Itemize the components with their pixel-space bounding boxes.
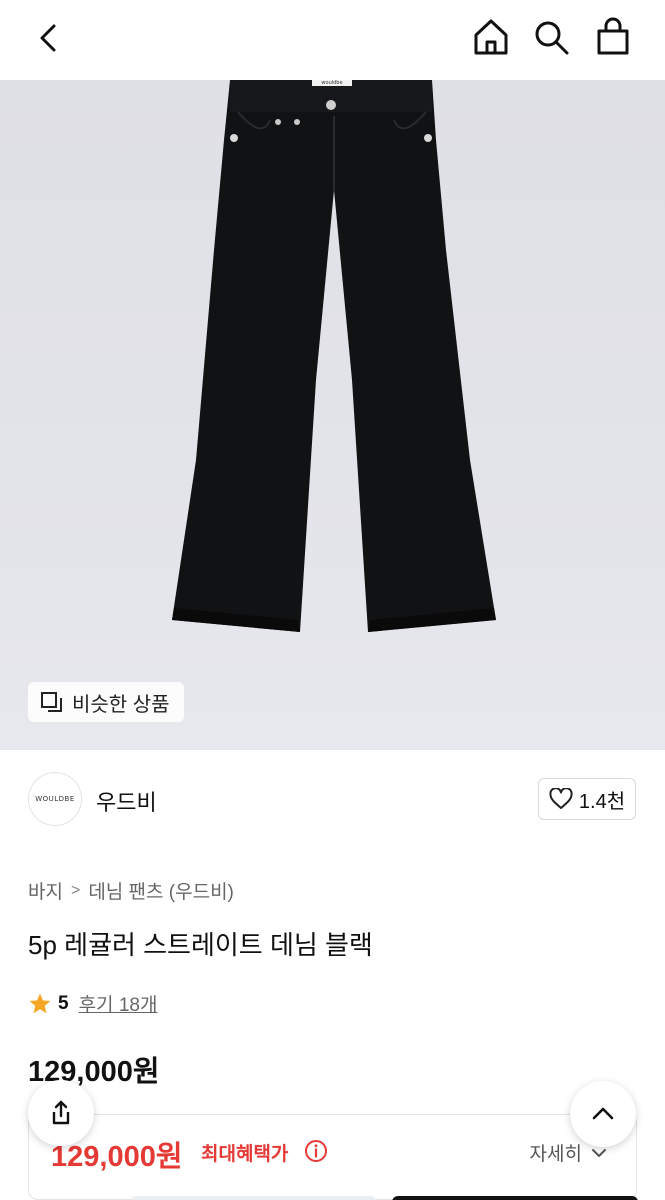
brand-logo-text: WOULDBE bbox=[35, 795, 75, 803]
share-icon bbox=[52, 1100, 70, 1125]
waistband-label: wouldbe bbox=[321, 80, 342, 86]
primary-action-button[interactable] bbox=[392, 1196, 638, 1200]
review-count-link[interactable]: 후기 18개 bbox=[79, 990, 158, 1017]
max-benefit-price-box[interactable]: 129,000원 최대혜택가 자세히 bbox=[28, 1114, 637, 1200]
home-button[interactable] bbox=[470, 16, 512, 58]
top-navigation-bar bbox=[0, 0, 665, 80]
chevron-up-icon bbox=[592, 1107, 614, 1120]
benefit-label: 최대혜택가 bbox=[201, 1144, 289, 1165]
cart-button[interactable] bbox=[592, 16, 634, 58]
search-icon bbox=[535, 21, 569, 55]
heart-icon bbox=[549, 788, 573, 809]
like-count: 1.4천 bbox=[578, 790, 626, 813]
product-image[interactable]: wouldbe 비슷한 상품 bbox=[0, 80, 665, 750]
similar-items-icon bbox=[41, 692, 62, 712]
product-photo-jeans: wouldbe bbox=[172, 80, 496, 632]
bottom-action-bar bbox=[0, 1190, 665, 1200]
scroll-to-top-button[interactable] bbox=[570, 1081, 636, 1147]
breadcrumb-subcategory[interactable]: 데님 팬츠 (우드비) bbox=[88, 877, 234, 904]
shopping-bag-icon bbox=[597, 17, 629, 55]
rating-score: 5 bbox=[58, 992, 69, 1014]
search-button[interactable] bbox=[530, 16, 572, 58]
similar-products-button[interactable]: 비슷한 상품 bbox=[28, 682, 184, 722]
secondary-action-button[interactable] bbox=[130, 1196, 376, 1200]
product-title: 5p 레귤러 스트레이트 데님 블랙 bbox=[28, 930, 373, 960]
info-icon bbox=[305, 1140, 327, 1162]
back-button[interactable] bbox=[30, 18, 70, 58]
star-icon bbox=[29, 993, 51, 1013]
detail-label: 자세히 bbox=[529, 1144, 582, 1165]
share-button[interactable] bbox=[28, 1080, 94, 1146]
brand-row: WOULDBE 우드비 1.4천 bbox=[0, 750, 665, 850]
brand-name[interactable]: 우드비 bbox=[96, 785, 157, 817]
home-icon bbox=[474, 19, 508, 55]
info-button[interactable] bbox=[304, 1139, 328, 1168]
breadcrumb-separator: > bbox=[70, 881, 81, 899]
rating-row: 5 후기 18개 bbox=[28, 990, 157, 1017]
chevron-left-icon bbox=[40, 24, 56, 52]
like-button[interactable]: 1.4천 bbox=[538, 778, 636, 820]
breadcrumb-category[interactable]: 바지 bbox=[28, 877, 63, 904]
breadcrumb: 바지 > 데님 팬츠 (우드비) bbox=[28, 877, 234, 904]
similar-products-label: 비슷한 상품 bbox=[72, 693, 170, 716]
brand-logo[interactable]: WOULDBE bbox=[28, 772, 82, 826]
